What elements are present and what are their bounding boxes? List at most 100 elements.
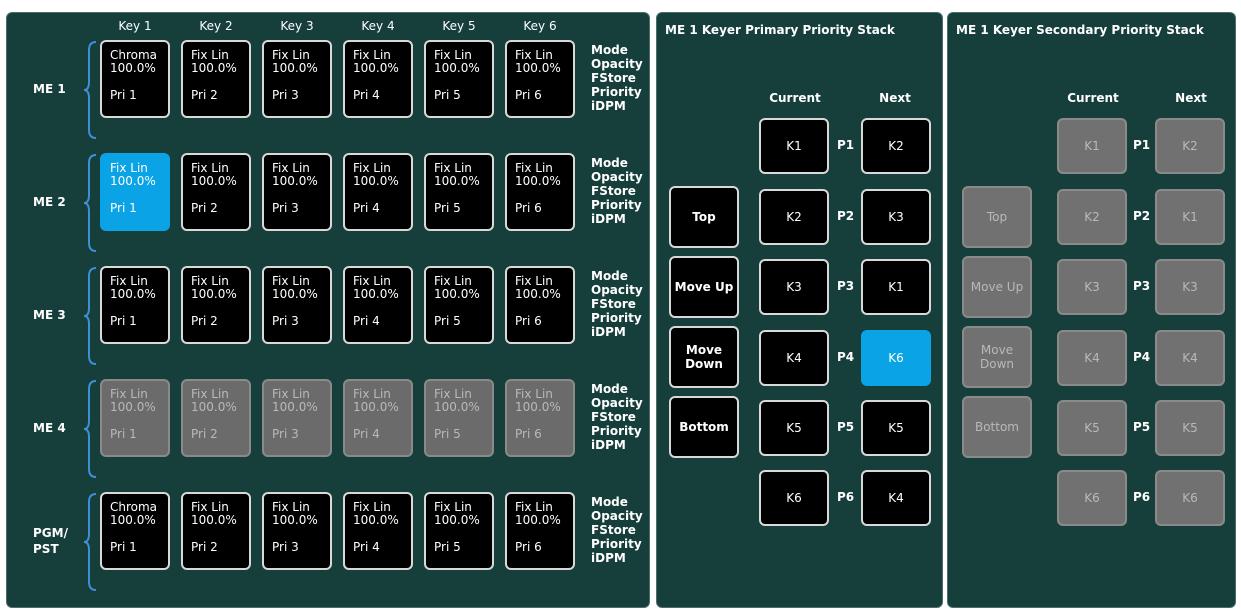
key-cell-opacity: 100.0%	[272, 513, 318, 527]
key-cell-pri: Pri 3	[272, 201, 299, 215]
key-cell-opacity: 100.0%	[434, 287, 480, 301]
key-cell-row4-key1[interactable]: Fix Lin 100.0% Pri 1	[100, 379, 170, 457]
key-cell-pri: Pri 1	[110, 427, 137, 441]
key-cell-row1-key2[interactable]: Fix Lin 100.0% Pri 2	[181, 40, 251, 118]
key-cell-pri: Pri 2	[191, 88, 218, 102]
primary-position-label: P5	[837, 420, 855, 434]
key-cell-row5-key4[interactable]: Fix Lin 100.0% Pri 4	[343, 492, 413, 570]
key-cell-opacity: 100.0%	[191, 287, 237, 301]
primary-move-down-button[interactable]: Move Down	[669, 326, 739, 388]
row-brace	[83, 493, 97, 591]
key-cell-opacity: 100.0%	[272, 61, 318, 75]
secondary-current-k5[interactable]: K5	[1057, 400, 1127, 456]
secondary-next-slot-3[interactable]: K3	[1155, 259, 1225, 315]
secondary-next-slot-2[interactable]: K1	[1155, 189, 1225, 245]
param-label: iDPM	[591, 99, 626, 113]
key-cell-row1-key4[interactable]: Fix Lin 100.0% Pri 4	[343, 40, 413, 118]
primary-next-slot-6[interactable]: K4	[861, 470, 931, 526]
column-header-key-5: Key 5	[442, 19, 476, 33]
key-cell-row2-key5[interactable]: Fix Lin 100.0% Pri 5	[424, 153, 494, 231]
key-cell-pri: Pri 2	[191, 427, 218, 441]
primary-bottom-button[interactable]: Bottom	[669, 396, 739, 458]
secondary-current-k1[interactable]: K1	[1057, 118, 1127, 174]
key-cell-row5-key6[interactable]: Fix Lin 100.0% Pri 6	[505, 492, 575, 570]
key-cell-row3-key5[interactable]: Fix Lin 100.0% Pri 5	[424, 266, 494, 344]
row-brace	[83, 154, 97, 252]
primary-current-k4[interactable]: K4	[759, 330, 829, 386]
primary-current-k3[interactable]: K3	[759, 259, 829, 315]
primary-next-slot-4[interactable]: K6	[861, 330, 931, 386]
param-label: FStore	[591, 71, 636, 85]
param-list: Mode Opacity FStore Priority iDPM	[591, 43, 643, 113]
secondary-next-header: Next	[1175, 91, 1207, 105]
primary-next-slot-5[interactable]: K5	[861, 400, 931, 456]
primary-top-button[interactable]: Top	[669, 186, 739, 248]
secondary-move-up-button[interactable]: Move Up	[962, 256, 1032, 318]
key-cell-row4-key3[interactable]: Fix Lin 100.0% Pri 3	[262, 379, 332, 457]
key-cell-row2-key2[interactable]: Fix Lin 100.0% Pri 2	[181, 153, 251, 231]
primary-next-slot-2[interactable]: K3	[861, 189, 931, 245]
secondary-move-down-button[interactable]: Move Down	[962, 326, 1032, 388]
secondary-current-k4[interactable]: K4	[1057, 330, 1127, 386]
primary-current-k2[interactable]: K2	[759, 189, 829, 245]
primary-current-k5[interactable]: K5	[759, 400, 829, 456]
key-cell-pri: Pri 1	[110, 88, 137, 102]
key-cell-row5-key5[interactable]: Fix Lin 100.0% Pri 5	[424, 492, 494, 570]
key-cell-opacity: 100.0%	[515, 61, 561, 75]
key-cell-row4-key6[interactable]: Fix Lin 100.0% Pri 6	[505, 379, 575, 457]
key-cell-row4-key2[interactable]: Fix Lin 100.0% Pri 2	[181, 379, 251, 457]
primary-current-k1[interactable]: K1	[759, 118, 829, 174]
key-cell-row3-key2[interactable]: Fix Lin 100.0% Pri 2	[181, 266, 251, 344]
key-cell-opacity: 100.0%	[515, 174, 561, 188]
key-cell-row2-key1[interactable]: Fix Lin 100.0% Pri 1	[100, 153, 170, 231]
key-cell-row2-key3[interactable]: Fix Lin 100.0% Pri 3	[262, 153, 332, 231]
key-cell-row2-key6[interactable]: Fix Lin 100.0% Pri 6	[505, 153, 575, 231]
key-cell-opacity: 100.0%	[515, 400, 561, 414]
param-label: Mode	[591, 495, 628, 509]
key-cell-row2-key4[interactable]: Fix Lin 100.0% Pri 4	[343, 153, 413, 231]
param-list: Mode Opacity FStore Priority iDPM	[591, 495, 643, 565]
secondary-next-slot-1[interactable]: K2	[1155, 118, 1225, 174]
param-label: Priority	[591, 537, 642, 551]
column-header-key-3: Key 3	[280, 19, 314, 33]
key-cell-row5-key3[interactable]: Fix Lin 100.0% Pri 3	[262, 492, 332, 570]
key-cell-pri: Pri 2	[191, 540, 218, 554]
key-cell-row3-key3[interactable]: Fix Lin 100.0% Pri 3	[262, 266, 332, 344]
key-cell-opacity: 100.0%	[191, 400, 237, 414]
key-cell-opacity: 100.0%	[272, 287, 318, 301]
primary-next-slot-1[interactable]: K2	[861, 118, 931, 174]
key-cell-pri: Pri 3	[272, 427, 299, 441]
param-label: Priority	[591, 85, 642, 99]
key-cell-row1-key1[interactable]: Chroma 100.0% Pri 1	[100, 40, 170, 118]
key-cell-opacity: 100.0%	[515, 287, 561, 301]
column-header-key-1: Key 1	[118, 19, 152, 33]
secondary-current-k3[interactable]: K3	[1057, 259, 1127, 315]
key-cell-row4-key5[interactable]: Fix Lin 100.0% Pri 5	[424, 379, 494, 457]
primary-move-up-button[interactable]: Move Up	[669, 256, 739, 318]
primary-next-slot-3[interactable]: K1	[861, 259, 931, 315]
key-cell-row3-key1[interactable]: Fix Lin 100.0% Pri 1	[100, 266, 170, 344]
key-cell-opacity: 100.0%	[110, 400, 156, 414]
key-cell-row1-key6[interactable]: Fix Lin 100.0% Pri 6	[505, 40, 575, 118]
secondary-next-slot-4[interactable]: K4	[1155, 330, 1225, 386]
secondary-current-k6[interactable]: K6	[1057, 470, 1127, 526]
secondary-current-k2[interactable]: K2	[1057, 189, 1127, 245]
key-cell-row1-key5[interactable]: Fix Lin 100.0% Pri 5	[424, 40, 494, 118]
key-cell-row1-key3[interactable]: Fix Lin 100.0% Pri 3	[262, 40, 332, 118]
key-cell-row5-key2[interactable]: Fix Lin 100.0% Pri 2	[181, 492, 251, 570]
key-cell-row3-key4[interactable]: Fix Lin 100.0% Pri 4	[343, 266, 413, 344]
key-cell-opacity: 100.0%	[515, 513, 561, 527]
secondary-next-slot-5[interactable]: K5	[1155, 400, 1225, 456]
key-cell-row3-key6[interactable]: Fix Lin 100.0% Pri 6	[505, 266, 575, 344]
primary-next-header: Next	[879, 91, 911, 105]
secondary-bottom-button[interactable]: Bottom	[962, 396, 1032, 458]
secondary-top-button[interactable]: Top	[962, 186, 1032, 248]
secondary-next-slot-6[interactable]: K6	[1155, 470, 1225, 526]
key-cell-pri: Pri 6	[515, 427, 542, 441]
key-cell-row4-key4[interactable]: Fix Lin 100.0% Pri 4	[343, 379, 413, 457]
primary-current-k6[interactable]: K6	[759, 470, 829, 526]
key-cell-opacity: 100.0%	[434, 513, 480, 527]
param-label: Mode	[591, 156, 628, 170]
param-list: Mode Opacity FStore Priority iDPM	[591, 269, 643, 339]
key-cell-row5-key1[interactable]: Chroma 100.0% Pri 1	[100, 492, 170, 570]
